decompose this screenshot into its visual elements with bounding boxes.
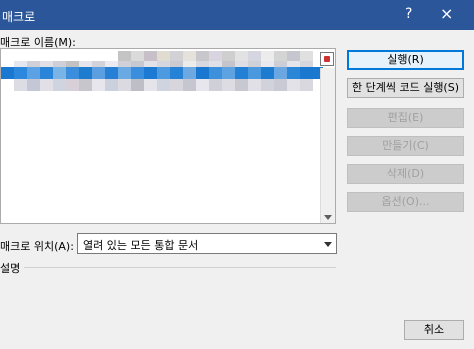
edit-button[interactable]: 편집(E) xyxy=(347,108,464,128)
list-item-selected[interactable] xyxy=(1,67,323,79)
options-button[interactable]: 옵션(O)... xyxy=(347,192,464,212)
macro-location-label: 매크로 위치(A): xyxy=(0,240,74,253)
create-button[interactable]: 만들기(C) xyxy=(347,136,464,156)
description-text xyxy=(0,276,336,316)
macro-location-value: 열려 있는 모든 통합 문서 xyxy=(83,239,199,252)
window-title: 매크로 xyxy=(2,10,36,24)
title-bar: 매크로 ? × xyxy=(0,0,474,30)
list-scrollbar[interactable] xyxy=(320,68,335,223)
close-icon[interactable]: × xyxy=(440,4,453,23)
cancel-button[interactable]: 취소 xyxy=(404,320,464,340)
macro-location-select[interactable]: 열려 있는 모든 통합 문서 xyxy=(77,233,337,254)
description-divider xyxy=(24,267,336,268)
macro-edit-icon[interactable] xyxy=(320,52,334,66)
run-button[interactable]: 실행(R) xyxy=(347,50,464,70)
dropdown-chevron-icon[interactable] xyxy=(318,234,336,253)
delete-button[interactable]: 삭제(D) xyxy=(347,164,464,184)
description-label: 설명 xyxy=(0,262,21,275)
scroll-down-icon[interactable] xyxy=(324,215,332,220)
macro-list[interactable] xyxy=(0,48,336,224)
help-icon[interactable]: ? xyxy=(405,6,412,22)
list-item[interactable] xyxy=(1,79,313,91)
step-into-button[interactable]: 한 단계씩 코드 실행(S) xyxy=(347,78,464,98)
